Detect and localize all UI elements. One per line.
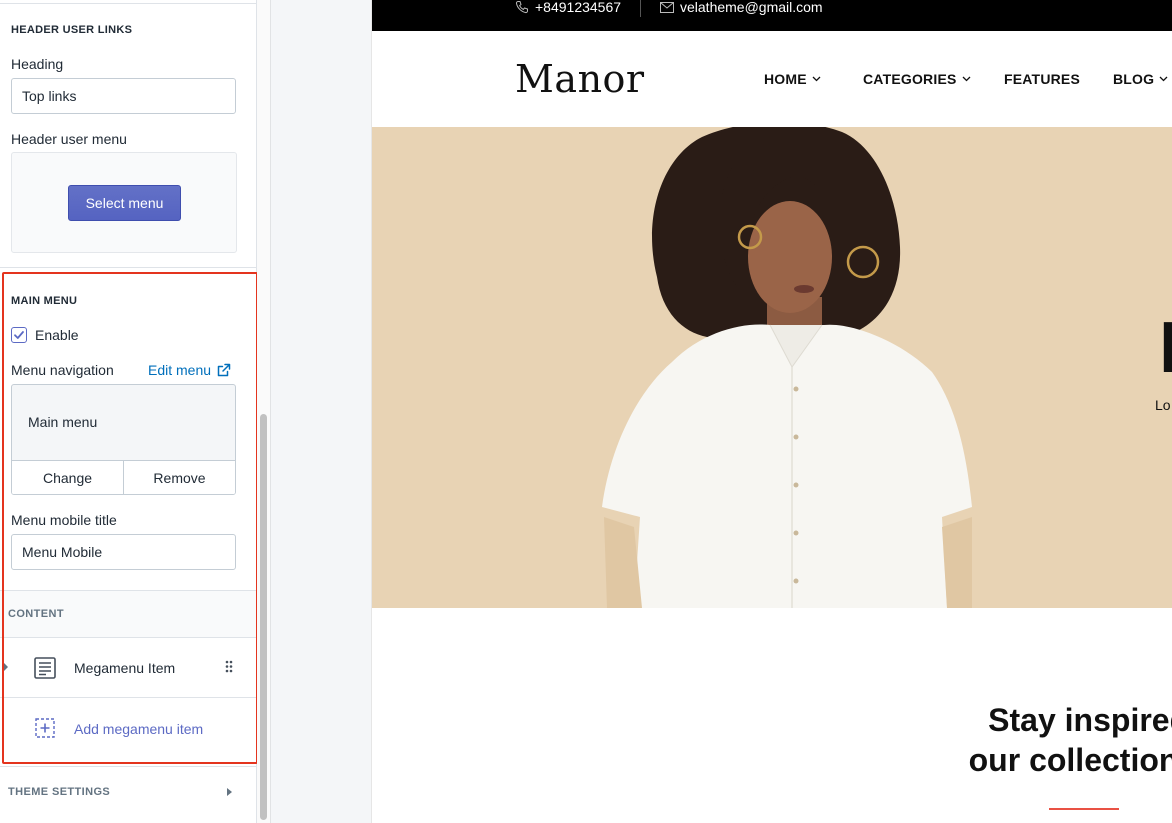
heading-input[interactable] — [11, 78, 236, 114]
nav-item-categories[interactable]: CATEGORIES — [863, 71, 971, 87]
email-contact: velatheme@gmail.com — [660, 0, 823, 15]
nav-blog-label: BLOG — [1113, 71, 1155, 87]
megamenu-item-label: Megamenu Item — [74, 660, 176, 676]
main-menu-title: MAIN MENU — [11, 295, 78, 307]
section-heading: Stay inspired with our collections this — [969, 700, 1172, 780]
selected-menu-name: Main menu — [28, 414, 98, 430]
top-bar: +8491234567 velatheme@gmail.com — [372, 0, 1172, 31]
phone-number: +8491234567 — [535, 0, 622, 15]
chevron-right-icon — [227, 788, 232, 796]
hero-title-fragment: N — [1159, 307, 1172, 389]
select-menu-button[interactable]: Select menu — [68, 185, 181, 221]
scrollbar-thumb[interactable] — [260, 414, 267, 820]
content-title: CONTENT — [8, 608, 64, 620]
nav-features-label: FEATURES — [1004, 71, 1081, 87]
menu-mobile-title-input[interactable] — [11, 534, 236, 570]
section-divider — [0, 0, 256, 4]
hero-model-image — [602, 127, 972, 608]
section-heading-line-1: Stay inspired with — [988, 702, 1172, 738]
menu-actions: Change Remove — [12, 460, 235, 494]
accent-divider — [1049, 808, 1119, 810]
theme-editor-sidebar: HEADER USER LINKS Heading Header user me… — [0, 0, 257, 823]
header-user-menu-label: Header user menu — [11, 131, 127, 147]
nav-item-features[interactable]: FEATURES — [1004, 71, 1080, 87]
theme-settings-label: THEME SETTINGS — [8, 786, 111, 798]
chevron-down-icon — [962, 76, 970, 82]
megamenu-item-block[interactable]: Megamenu Item — [0, 638, 256, 698]
remove-menu-button[interactable]: Remove — [123, 461, 235, 494]
edit-menu-label: Edit menu — [148, 362, 212, 378]
add-block-icon — [35, 718, 55, 738]
enable-label: Enable — [35, 327, 79, 343]
preview-gutter — [271, 0, 372, 823]
store-preview: +8491234567 velatheme@gmail.com Manor HO… — [372, 0, 1172, 823]
section-heading-line-2: our collections this — [968, 742, 1172, 778]
sidebar-scrollbar[interactable] — [257, 0, 271, 823]
text-block-icon — [34, 657, 56, 679]
nav-categories-label: CATEGORIES — [863, 71, 957, 87]
external-link-icon — [217, 363, 231, 377]
menu-navigation-label: Menu navigation — [11, 362, 114, 378]
phone-contact: +8491234567 — [515, 0, 621, 15]
email-address: velatheme@gmail.com — [680, 0, 823, 15]
nav-item-blog[interactable]: BLOG — [1113, 71, 1168, 87]
drag-handle-icon[interactable] — [225, 660, 233, 673]
heading-label: Heading — [11, 56, 64, 72]
site-header: Manor HOME CATEGORIES FEATURES BLOG — [372, 31, 1172, 127]
topbar-separator — [640, 0, 641, 17]
nav-home-label: HOME — [764, 71, 807, 87]
enable-checkbox[interactable] — [11, 327, 27, 343]
hero-banner: N Lo — [372, 127, 1172, 608]
chevron-down-icon — [1159, 76, 1168, 82]
phone-icon — [515, 0, 528, 14]
edit-menu-link[interactable]: Edit menu — [148, 362, 231, 378]
mail-icon — [660, 1, 674, 13]
content-header: CONTENT — [0, 590, 256, 638]
store-logo[interactable]: Manor — [515, 57, 645, 101]
change-menu-button[interactable]: Change — [12, 461, 123, 494]
add-megamenu-item-button[interactable]: Add megamenu item — [0, 698, 256, 760]
theme-settings-button[interactable]: THEME SETTINGS — [0, 766, 256, 816]
chevron-down-icon — [812, 76, 821, 82]
menu-mobile-title-label: Menu mobile title — [11, 512, 117, 528]
expand-caret-icon[interactable] — [3, 662, 8, 672]
hero-subtitle-fragment: Lo — [1155, 397, 1171, 413]
header-user-links-title: HEADER USER LINKS — [11, 24, 133, 36]
checkmark-icon — [14, 331, 24, 339]
user-menu-picker: Select menu — [11, 152, 237, 253]
add-megamenu-item-label: Add megamenu item — [74, 721, 204, 737]
selected-menu-card: Main menu Change Remove — [11, 384, 236, 495]
section-divider — [0, 267, 256, 268]
nav-item-home[interactable]: HOME — [764, 71, 821, 87]
